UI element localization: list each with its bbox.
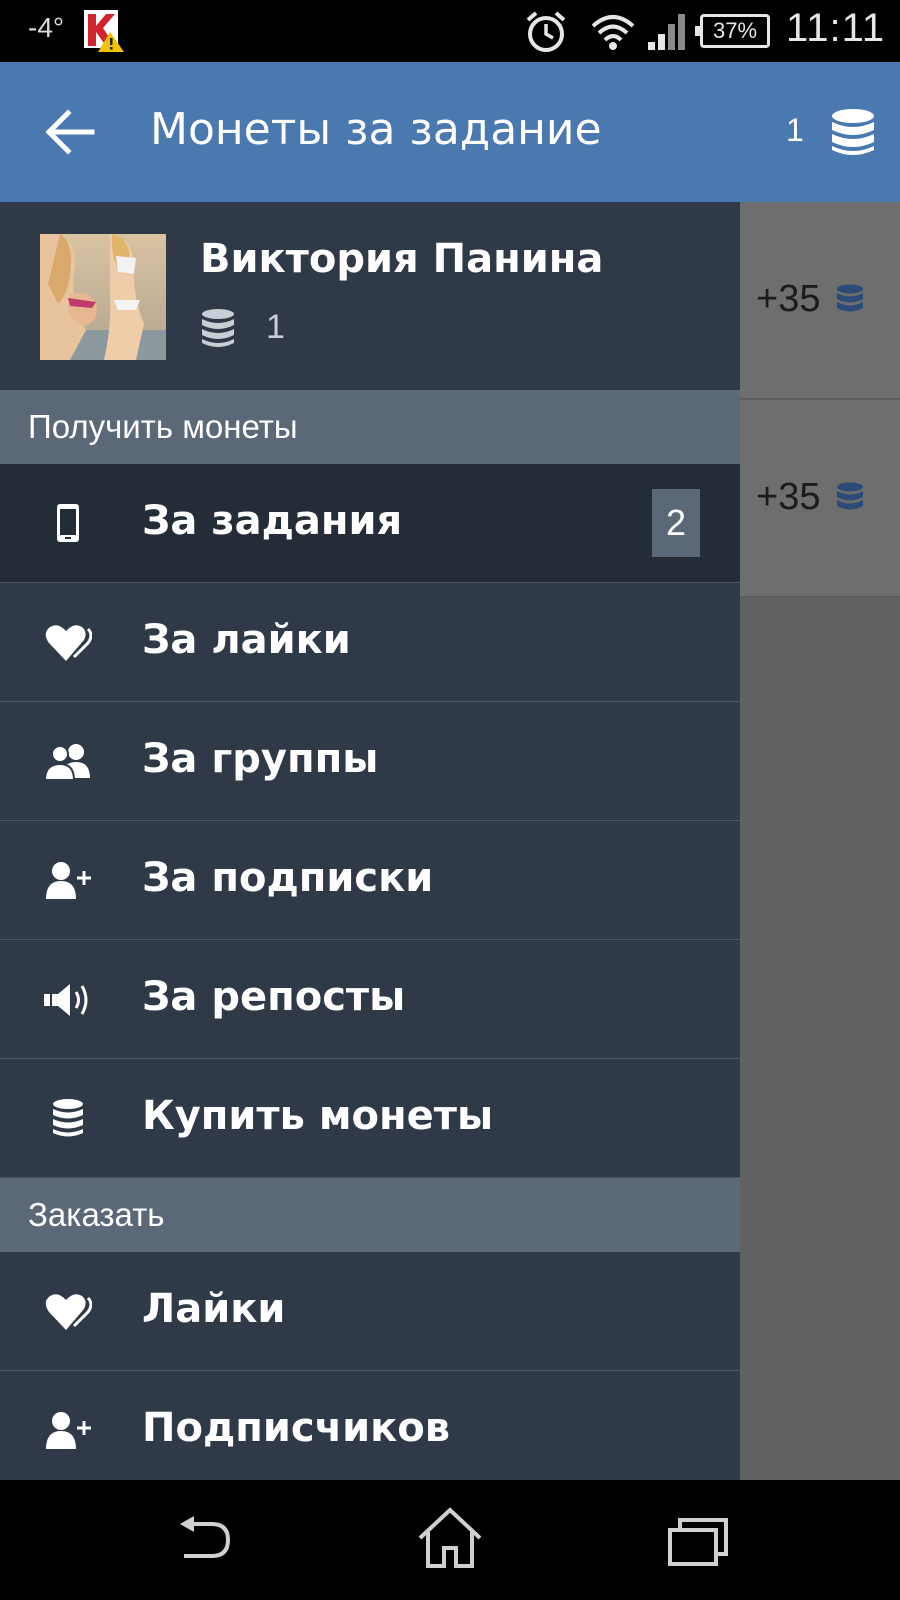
menu-item-buy-coins[interactable]: Купить монеты [0, 1059, 740, 1178]
status-temperature: -4° [28, 12, 65, 43]
add-user-icon [46, 1412, 91, 1449]
menu-item-label: За подписки [142, 855, 434, 901]
menu-item-for-groups[interactable]: За группы [0, 702, 740, 821]
battery-indicator: 37% [695, 14, 770, 48]
task-reward-label: +35 [756, 476, 821, 518]
section-header-order: Заказать [0, 1178, 740, 1252]
menu-item-label: За задания [142, 498, 403, 544]
antivirus-icon [84, 10, 124, 52]
menu-item-order-likes[interactable]: Лайки [0, 1252, 740, 1371]
profile-header[interactable]: Виктория Панина 1 [0, 202, 740, 390]
heart-icon [45, 625, 92, 661]
task-reward-label: +35 [756, 278, 821, 320]
menu-item-for-reposts[interactable]: За репосты [0, 940, 740, 1059]
group-icon [44, 744, 90, 781]
add-user-icon [46, 862, 91, 899]
alarm-icon [526, 11, 566, 52]
page-title: Монеты за задание [150, 104, 602, 155]
back-arrow-icon[interactable] [44, 108, 96, 156]
coins-icon [202, 309, 234, 347]
menu-item-label: Лайки [142, 1286, 286, 1332]
profile-coin-count: 1 [266, 308, 285, 346]
section-header-earn: Получить монеты [0, 390, 740, 464]
menu-item-label: Купить монеты [142, 1093, 494, 1139]
coins-icon[interactable] [830, 108, 876, 158]
wifi-icon [591, 15, 635, 50]
status-time: 11:11 [786, 6, 886, 50]
app-bar-coin-count: 1 [786, 112, 804, 148]
nav-home-icon[interactable] [416, 1506, 484, 1570]
menu-item-order-followers[interactable]: Подписчиков [0, 1371, 740, 1480]
coin-icon [837, 284, 863, 312]
nav-recent-apps-icon[interactable] [668, 1516, 728, 1566]
heart-icon [45, 1294, 92, 1330]
signal-icon [648, 14, 685, 50]
menu-item-for-tasks[interactable]: За задания 2 [0, 464, 740, 583]
menu-item-label: За лайки [142, 617, 351, 663]
task-count-badge: 2 [652, 489, 700, 557]
phone-icon [57, 504, 79, 542]
avatar[interactable] [40, 234, 166, 360]
nav-back-icon[interactable] [172, 1514, 232, 1562]
menu-item-label: Подписчиков [142, 1405, 451, 1451]
menu-item-for-likes[interactable]: За лайки [0, 583, 740, 702]
profile-name: Виктория Панина [200, 236, 604, 282]
megaphone-icon [44, 984, 88, 1016]
coins-icon [53, 1099, 83, 1137]
coin-icon [837, 482, 863, 510]
menu-item-for-subscriptions[interactable]: За подписки [0, 821, 740, 940]
menu-item-label: За группы [142, 736, 379, 782]
menu-item-label: За репосты [142, 974, 406, 1020]
navigation-drawer: Виктория Панина 1 Получить монеты За зад… [0, 202, 740, 1480]
